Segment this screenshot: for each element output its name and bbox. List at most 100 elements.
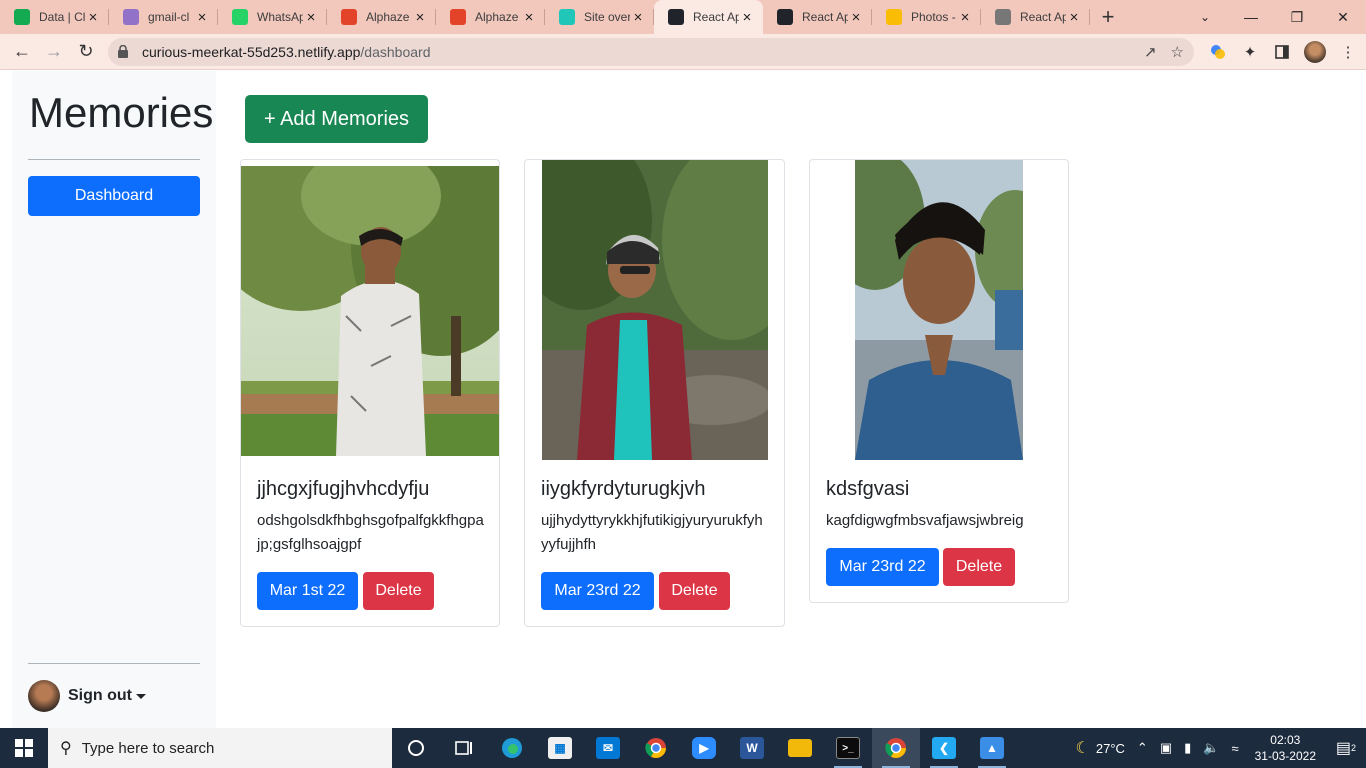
tab-title: React Ap: [693, 10, 739, 24]
extension-icon[interactable]: [1208, 42, 1228, 62]
edge-icon[interactable]: [488, 728, 536, 768]
browser-tab[interactable]: gmail-cl ×: [109, 0, 218, 34]
add-memories-button[interactable]: + Add Memories: [245, 95, 428, 143]
url-host: curious-meerkat-55d253.netlify.app: [142, 43, 361, 60]
memory-card: jjhcgxjfugjhvhcdyfju odshgolsdkfhbghsgof…: [240, 159, 500, 627]
close-tab-icon[interactable]: ×: [957, 9, 973, 26]
extensions-puzzle-icon[interactable]: ✦: [1240, 42, 1260, 62]
delete-button[interactable]: Delete: [943, 548, 1015, 586]
browser-tab[interactable]: React Ap ×: [981, 0, 1090, 34]
browser-tab[interactable]: Alphaze ×: [327, 0, 436, 34]
forward-button[interactable]: →: [38, 36, 70, 68]
delete-button[interactable]: Delete: [659, 572, 730, 610]
close-tab-icon[interactable]: ×: [194, 9, 210, 26]
new-tab-button[interactable]: +: [1090, 0, 1126, 34]
cortana-icon[interactable]: [392, 728, 440, 768]
mail-icon[interactable]: ✉: [584, 728, 632, 768]
restore-button[interactable]: ❐: [1274, 0, 1320, 34]
tab-search-icon[interactable]: ⌄: [1182, 0, 1228, 34]
store-icon[interactable]: ▦: [536, 728, 584, 768]
chrome-icon[interactable]: [632, 728, 680, 768]
file-explorer-icon[interactable]: [776, 728, 824, 768]
word-icon[interactable]: W: [728, 728, 776, 768]
card-title: jjhcgxjfugjhvhcdyfju: [257, 478, 430, 500]
card-title: iiygkfyrdyturugkjvh: [541, 478, 706, 500]
page-content: Memories Dashboard Sign out + Add Memori…: [0, 71, 1366, 728]
memory-card: kdsfgvasi kagfdigwgfmbsvafjawsjwbreig Ma…: [809, 159, 1069, 603]
sidebar-divider: [28, 159, 200, 160]
back-button[interactable]: ←: [6, 36, 38, 68]
browser-tab[interactable]: React Ap ×: [763, 0, 872, 34]
tab-list: Data | Cl × gmail-cl × WhatsAp × Alphaze × Alpha…: [0, 0, 1090, 34]
gitlab-icon: [450, 9, 466, 25]
tab-title: React Ap: [802, 10, 848, 24]
date-button[interactable]: Mar 23rd 22: [826, 548, 939, 586]
meet-now-icon[interactable]: ▣: [1154, 740, 1178, 756]
tab-title: WhatsAp: [257, 10, 303, 24]
card-text: ujjhydyttyrykkhjfutikigjyuryurukfyhyyfuj…: [541, 512, 763, 553]
clock[interactable]: 02:03 31-03-2022: [1245, 732, 1326, 764]
share-icon[interactable]: ↗: [1144, 43, 1157, 61]
netlify-icon: [559, 9, 575, 25]
tab-title: Alphaze: [475, 10, 519, 24]
sign-out-label: Sign out: [68, 687, 132, 704]
battery-icon[interactable]: ▮: [1178, 740, 1197, 756]
close-tab-icon[interactable]: ×: [739, 9, 755, 26]
terminal-icon[interactable]: >_: [824, 728, 872, 768]
show-hidden-icons-icon[interactable]: ⌃: [1131, 740, 1154, 756]
heroku-icon: [123, 9, 139, 25]
memory-photo: [855, 160, 1023, 460]
close-window-button[interactable]: ✕: [1320, 0, 1366, 34]
notification-center-icon[interactable]: ▤ 2: [1326, 738, 1366, 758]
sidebar-item-dashboard[interactable]: Dashboard: [28, 176, 200, 216]
browser-tab[interactable]: React Ap ×: [654, 0, 763, 34]
volume-icon[interactable]: 🔈: [1197, 740, 1225, 756]
browser-tab[interactable]: Site over ×: [545, 0, 654, 34]
close-tab-icon[interactable]: ×: [1066, 9, 1082, 26]
react-icon: [668, 9, 684, 25]
close-tab-icon[interactable]: ×: [303, 9, 319, 26]
browser-tab[interactable]: Photos - ×: [872, 0, 981, 34]
profile-avatar[interactable]: [1304, 40, 1326, 63]
memory-photo: [241, 166, 499, 456]
sidebar-divider: [28, 663, 200, 664]
tab-title: Alphaze: [366, 10, 410, 24]
taskbar-search-box[interactable]: ⚲ Type here to search: [48, 728, 392, 768]
weather-moon-icon[interactable]: ☾ 27°C: [1070, 738, 1131, 758]
close-tab-icon[interactable]: ×: [521, 9, 537, 26]
side-panel-icon[interactable]: [1272, 42, 1292, 62]
photos-app-icon[interactable]: ▲: [968, 728, 1016, 768]
memory-photo: [542, 160, 768, 460]
window-controls: ⌄ — ❐ ✕: [1182, 0, 1366, 34]
minimize-button[interactable]: —: [1228, 0, 1274, 34]
chrome-menu-icon[interactable]: ⋮: [1338, 42, 1358, 62]
close-tab-icon[interactable]: ×: [412, 9, 428, 26]
browser-tab[interactable]: Alphaze ×: [436, 0, 545, 34]
task-view-icon[interactable]: [440, 728, 488, 768]
user-menu[interactable]: Sign out: [28, 680, 146, 712]
whatsapp-icon: [232, 9, 248, 25]
wifi-icon[interactable]: ≈: [1225, 741, 1244, 756]
vscode-icon[interactable]: ❮: [920, 728, 968, 768]
windows-start-icon[interactable]: [0, 728, 48, 768]
bookmark-star-icon[interactable]: ☆: [1171, 43, 1184, 61]
date-button[interactable]: Mar 23rd 22: [541, 572, 654, 610]
zoom-icon[interactable]: ▶: [680, 728, 728, 768]
date-button[interactable]: Mar 1st 22: [257, 572, 358, 610]
tab-title: React Ap: [1020, 10, 1066, 24]
browser-tab-strip: Data | Cl × gmail-cl × WhatsAp × Alphaze × Alpha…: [0, 0, 1366, 34]
browser-tab[interactable]: Data | Cl ×: [0, 0, 109, 34]
close-tab-icon[interactable]: ×: [848, 9, 864, 26]
delete-button[interactable]: Delete: [363, 572, 434, 610]
brand-title: Memories: [29, 89, 214, 136]
temperature: 27°C: [1095, 740, 1125, 756]
close-tab-icon[interactable]: ×: [630, 9, 646, 26]
chrome-active-icon[interactable]: [872, 728, 920, 768]
address-bar[interactable]: curious-meerkat-55d253.netlify.app/dashb…: [108, 37, 1194, 66]
browser-tab[interactable]: WhatsAp ×: [218, 0, 327, 34]
clock-date: 31-03-2022: [1254, 749, 1316, 763]
reload-button[interactable]: ↻: [70, 36, 102, 68]
card-text: odshgolsdkfhbghsgofpalfgkkfhgpajp;gsfglh…: [257, 512, 484, 553]
google-photos-icon: [886, 9, 902, 25]
close-tab-icon[interactable]: ×: [85, 9, 101, 26]
